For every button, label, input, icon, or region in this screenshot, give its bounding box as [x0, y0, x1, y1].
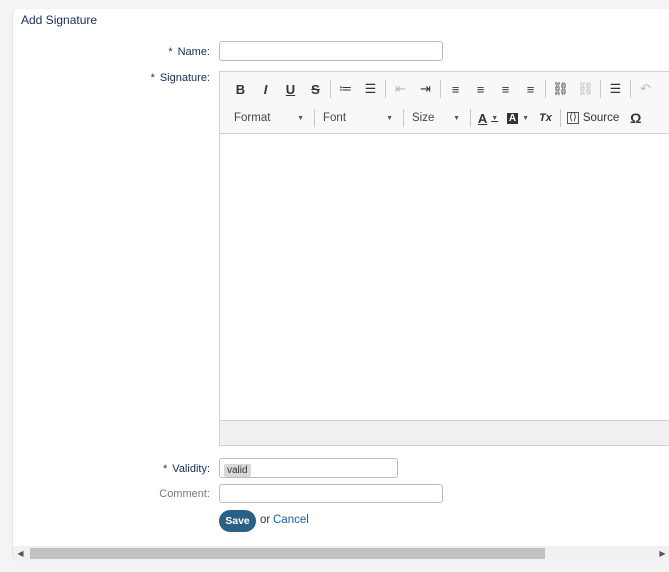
scroll-right-icon[interactable]: ▶	[655, 546, 669, 561]
toolbar-separator	[403, 109, 404, 127]
link-button[interactable]: ⛓	[548, 78, 573, 100]
numbered-list-button[interactable]: ≔	[333, 78, 358, 100]
background-color-icon: A	[506, 112, 519, 124]
toolbar-separator	[630, 80, 631, 98]
background-color-button[interactable]: A ▼	[503, 107, 533, 129]
editor-toolbar: B I U S ≔ ☰ ⇤ ⇥ ≡ ≡ ≡ ≡ ⛓ ⛓ ☰ ↶ Format ▼…	[220, 72, 669, 134]
source-icon: ⟨⟩	[567, 112, 579, 124]
underline-button[interactable]: U	[278, 78, 303, 100]
validity-select[interactable]: valid	[219, 458, 398, 478]
bulleted-list-button[interactable]: ☰	[358, 78, 383, 100]
decrease-indent-button[interactable]: ⇤	[388, 78, 413, 100]
horizontal-scrollbar[interactable]: ◀ ▶	[13, 546, 669, 561]
signature-label-row: * Signature:	[151, 72, 210, 84]
strikethrough-button[interactable]: S	[303, 78, 328, 100]
name-label: Name:	[177, 46, 210, 58]
font-dropdown-label: Font	[323, 112, 347, 124]
toolbar-separator	[600, 80, 601, 98]
chevron-down-icon: ▼	[522, 114, 530, 122]
editor-statusbar	[220, 420, 669, 445]
size-dropdown[interactable]: Size ▼	[406, 107, 468, 129]
toolbar-separator	[330, 80, 331, 98]
justify-button[interactable]: ≡	[518, 78, 543, 100]
chevron-down-icon: ▼	[453, 114, 460, 122]
text-color-icon: A	[477, 110, 488, 126]
undo-button[interactable]: ↶	[633, 78, 658, 100]
name-input[interactable]	[219, 41, 443, 61]
validity-label-row: * Validity:	[163, 463, 210, 475]
special-character-button[interactable]: Ω	[623, 107, 648, 129]
editor-content-area[interactable]	[220, 134, 669, 421]
chevron-down-icon: ▼	[491, 114, 499, 122]
comment-input[interactable]	[219, 484, 443, 503]
scroll-left-icon[interactable]: ◀	[13, 546, 28, 561]
toolbar-separator	[470, 109, 471, 127]
required-marker: *	[163, 463, 168, 475]
scrollbar-thumb[interactable]	[30, 548, 545, 559]
validity-value: valid	[224, 464, 251, 477]
save-button[interactable]: Save	[219, 510, 256, 532]
toolbar-separator	[314, 109, 315, 127]
increase-indent-button[interactable]: ⇥	[413, 78, 438, 100]
align-center-button[interactable]: ≡	[468, 78, 493, 100]
text-color-button[interactable]: A ▼	[473, 107, 503, 129]
size-dropdown-label: Size	[412, 112, 435, 124]
format-dropdown[interactable]: Format ▼	[228, 107, 312, 129]
name-label-row: * Name:	[168, 46, 210, 58]
unlink-button[interactable]: ⛓	[573, 78, 598, 100]
source-button[interactable]: ⟨⟩ Source	[563, 107, 623, 129]
required-marker: *	[150, 72, 155, 84]
remove-format-button[interactable]: Tx	[533, 107, 558, 129]
toolbar-separator	[385, 80, 386, 98]
required-marker: *	[168, 46, 173, 58]
source-label: Source	[582, 112, 620, 124]
horizontal-line-button[interactable]: ☰	[603, 78, 628, 100]
align-left-button[interactable]: ≡	[443, 78, 468, 100]
panel-title: Add Signature	[21, 13, 98, 27]
comment-label: Comment:	[159, 488, 210, 500]
validity-label: Validity:	[172, 463, 210, 475]
chevron-down-icon: ▼	[386, 114, 393, 122]
align-right-button[interactable]: ≡	[493, 78, 518, 100]
format-dropdown-label: Format	[234, 112, 271, 124]
bold-button[interactable]: B	[228, 78, 253, 100]
toolbar-row-1: B I U S ≔ ☰ ⇤ ⇥ ≡ ≡ ≡ ≡ ⛓ ⛓ ☰ ↶	[228, 75, 658, 103]
toolbar-separator	[440, 80, 441, 98]
toolbar-row-2: Format ▼ Font ▼ Size ▼ A ▼ A ▼ Tx ⟨⟩ Sou…	[228, 104, 648, 132]
add-signature-panel: Add Signature * Name: * Signature: B I U S…	[12, 9, 669, 561]
toolbar-separator	[560, 109, 561, 127]
or-text: or	[260, 514, 271, 526]
signature-label: Signature:	[159, 72, 210, 84]
font-dropdown[interactable]: Font ▼	[317, 107, 401, 129]
toolbar-separator	[545, 80, 546, 98]
signature-editor: B I U S ≔ ☰ ⇤ ⇥ ≡ ≡ ≡ ≡ ⛓ ⛓ ☰ ↶ Format ▼…	[219, 71, 669, 446]
italic-button[interactable]: I	[253, 78, 278, 100]
cancel-link[interactable]: Cancel	[273, 514, 309, 526]
chevron-down-icon: ▼	[297, 114, 304, 122]
